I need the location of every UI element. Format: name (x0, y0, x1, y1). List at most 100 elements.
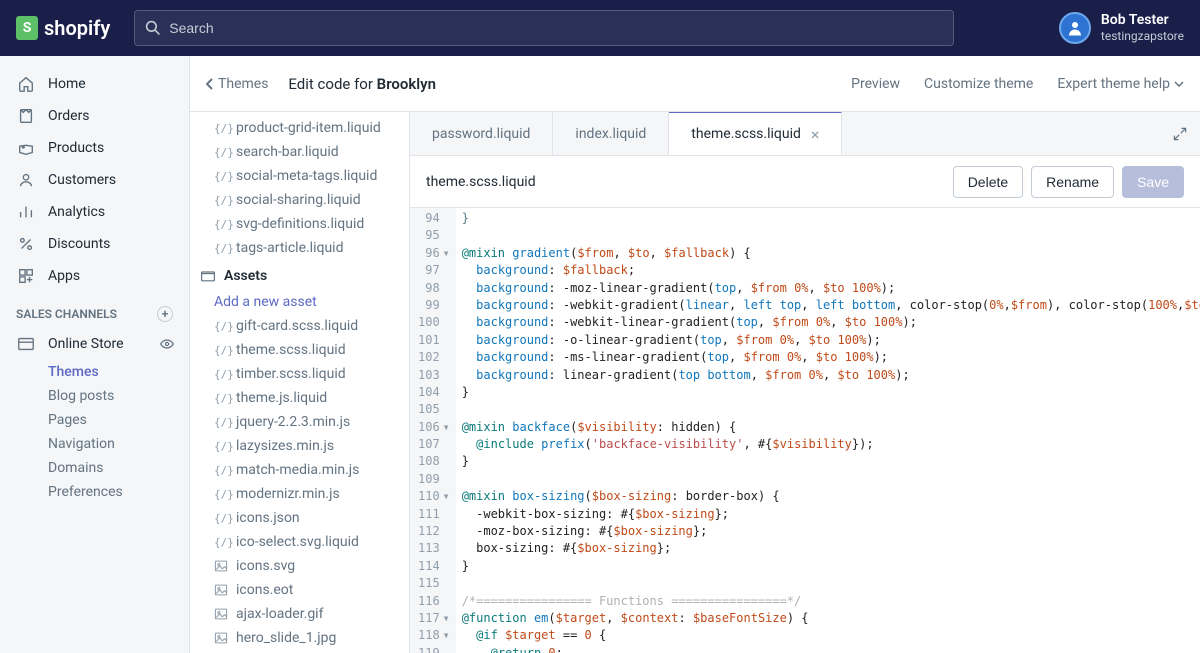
back-label: Themes (218, 76, 268, 92)
nav-sub-pages[interactable]: Pages (0, 408, 189, 432)
file-name: icons.eot (236, 582, 293, 598)
liquid-file-icon: {/} (214, 344, 230, 357)
tree-item[interactable]: ajax-loader.gif (190, 602, 409, 626)
file-name: theme.scss.liquid (236, 342, 346, 358)
nav-item-analytics[interactable]: Analytics (0, 196, 189, 228)
liquid-file-icon: {/} (214, 368, 230, 381)
expand-button[interactable] (1160, 112, 1200, 155)
search-box[interactable] (134, 10, 954, 46)
shopify-logo-icon (16, 16, 38, 40)
nav-section-label: SALES CHANNELS (16, 307, 117, 321)
code-body[interactable]: } @mixin gradient($from, $to, $fallback)… (456, 208, 1200, 653)
tree-item[interactable]: {/} match-media.min.js (190, 458, 409, 482)
tree-item[interactable]: {/}tags-article.liquid (190, 236, 409, 260)
tree-item[interactable]: {/} gift-card.scss.liquid (190, 314, 409, 338)
chevron-down-icon (1174, 81, 1184, 87)
user-menu[interactable]: Bob Tester testingzapstore (1035, 12, 1184, 44)
file-name: jquery-2.2.3.min.js (236, 414, 350, 430)
expand-icon (1172, 126, 1188, 142)
tree-item[interactable]: {/} jquery-2.2.3.min.js (190, 410, 409, 434)
apps-icon (16, 266, 36, 286)
liquid-file-icon: {/} (214, 392, 230, 405)
nav-item-discounts[interactable]: Discounts (0, 228, 189, 260)
image-file-icon (214, 607, 230, 621)
delete-button[interactable]: Delete (953, 166, 1023, 198)
liquid-file-icon: {/} (214, 416, 230, 429)
customize-theme-link[interactable]: Customize theme (924, 76, 1033, 92)
add-asset-link[interactable]: Add a new asset (190, 290, 409, 314)
nav-item-customers[interactable]: Customers (0, 164, 189, 196)
search-input[interactable] (169, 20, 943, 36)
tree-item[interactable]: {/}search-bar.liquid (190, 140, 409, 164)
nav-item-orders[interactable]: Orders (0, 100, 189, 132)
user-store: testingzapstore (1101, 29, 1184, 43)
store-icon (16, 334, 36, 354)
products-icon (16, 138, 36, 158)
nav-sub-navigation[interactable]: Navigation (0, 432, 189, 456)
filename: theme.scss.liquid (426, 174, 536, 190)
save-button[interactable]: Save (1122, 166, 1184, 198)
content: Themes Edit code for Brooklyn Preview Cu… (190, 56, 1200, 653)
nav-sub-domains[interactable]: Domains (0, 456, 189, 480)
preview-link[interactable]: Preview (851, 76, 900, 92)
tab-theme-scss-liquid[interactable]: theme.scss.liquid× (669, 112, 842, 155)
liquid-file-icon: {/} (214, 440, 230, 453)
liquid-file-icon: {/} (214, 320, 230, 333)
tab-label: index.liquid (575, 126, 646, 142)
nav-item-label: Analytics (48, 204, 105, 220)
assets-folder[interactable]: Assets (190, 260, 409, 290)
file-name: gift-card.scss.liquid (236, 318, 358, 334)
tree-item[interactable]: {/}theme.js.liquid (190, 386, 409, 410)
file-name: timber.scss.liquid (236, 366, 346, 382)
file-name: product-grid-item.liquid (236, 120, 381, 136)
liquid-file-icon: {/} (214, 464, 230, 477)
nav-item-label: Discounts (48, 236, 110, 252)
user-icon (1066, 19, 1084, 37)
file-name: social-sharing.liquid (236, 192, 361, 208)
nav-sub-preferences[interactable]: Preferences (0, 480, 189, 504)
tree-item[interactable]: icons.svg (190, 554, 409, 578)
back-button[interactable]: Themes (206, 76, 268, 92)
nav-item-apps[interactable]: Apps (0, 260, 189, 292)
rename-button[interactable]: Rename (1031, 166, 1114, 198)
brand-name: shopify (44, 16, 110, 40)
tree-item[interactable]: hero_slide_1.jpg (190, 626, 409, 650)
nav-item-label: Apps (48, 268, 80, 284)
chevron-left-icon (206, 78, 214, 90)
nav-item-label: Home (48, 76, 86, 92)
nav-item-home[interactable]: Home (0, 68, 189, 100)
tab-password-liquid[interactable]: password.liquid (410, 112, 553, 155)
file-name: svg-definitions.liquid (236, 216, 364, 232)
nav-item-label: Online Store (48, 336, 124, 352)
tree-item[interactable]: {/} timber.scss.liquid (190, 362, 409, 386)
top-bar: shopify Bob Tester testingzapstore (0, 0, 1200, 56)
tree-item[interactable]: {/}icons.json (190, 506, 409, 530)
search-icon (145, 20, 161, 36)
file-name: match-media.min.js (236, 462, 359, 478)
nav-item-label: Products (48, 140, 104, 156)
tree-item[interactable]: {/}social-sharing.liquid (190, 188, 409, 212)
add-channel-icon[interactable]: + (157, 306, 173, 322)
tree-item[interactable]: {/}ico-select.svg.liquid (190, 530, 409, 554)
file-tree[interactable]: {/}product-grid-item.liquid{/}search-bar… (190, 112, 410, 653)
code-editor[interactable]: 949596▾979899100101102103104105106▾10710… (410, 208, 1200, 653)
page-title: Edit code for Brooklyn (288, 75, 436, 93)
tree-item[interactable]: {/}modernizr.min.js (190, 482, 409, 506)
nav-item-products[interactable]: Products (0, 132, 189, 164)
nav-online-store[interactable]: Online Store (0, 328, 140, 360)
nav-sub-blog-posts[interactable]: Blog posts (0, 384, 189, 408)
close-icon[interactable]: × (811, 125, 820, 144)
tree-item[interactable]: {/}social-meta-tags.liquid (190, 164, 409, 188)
eye-icon[interactable] (159, 336, 175, 352)
expert-help-link[interactable]: Expert theme help (1057, 76, 1184, 92)
file-name: tags-article.liquid (236, 240, 343, 256)
tree-item[interactable]: {/}lazysizes.min.js (190, 434, 409, 458)
tree-item[interactable]: {/} theme.scss.liquid (190, 338, 409, 362)
tree-item[interactable]: icons.eot (190, 578, 409, 602)
tree-item[interactable]: {/}product-grid-item.liquid (190, 116, 409, 140)
logo[interactable]: shopify (16, 16, 110, 40)
nav-sub-themes[interactable]: Themes (0, 360, 189, 384)
tree-item[interactable]: {/}svg-definitions.liquid (190, 212, 409, 236)
tab-index-liquid[interactable]: index.liquid (553, 112, 669, 155)
file-name: ico-select.svg.liquid (236, 534, 359, 550)
